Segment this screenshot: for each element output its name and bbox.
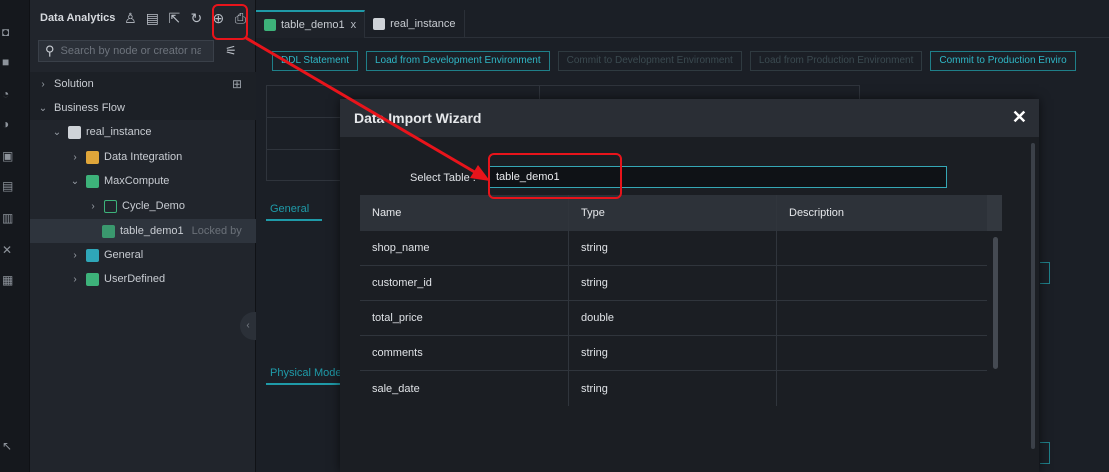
annotation-arrow: [245, 36, 490, 181]
